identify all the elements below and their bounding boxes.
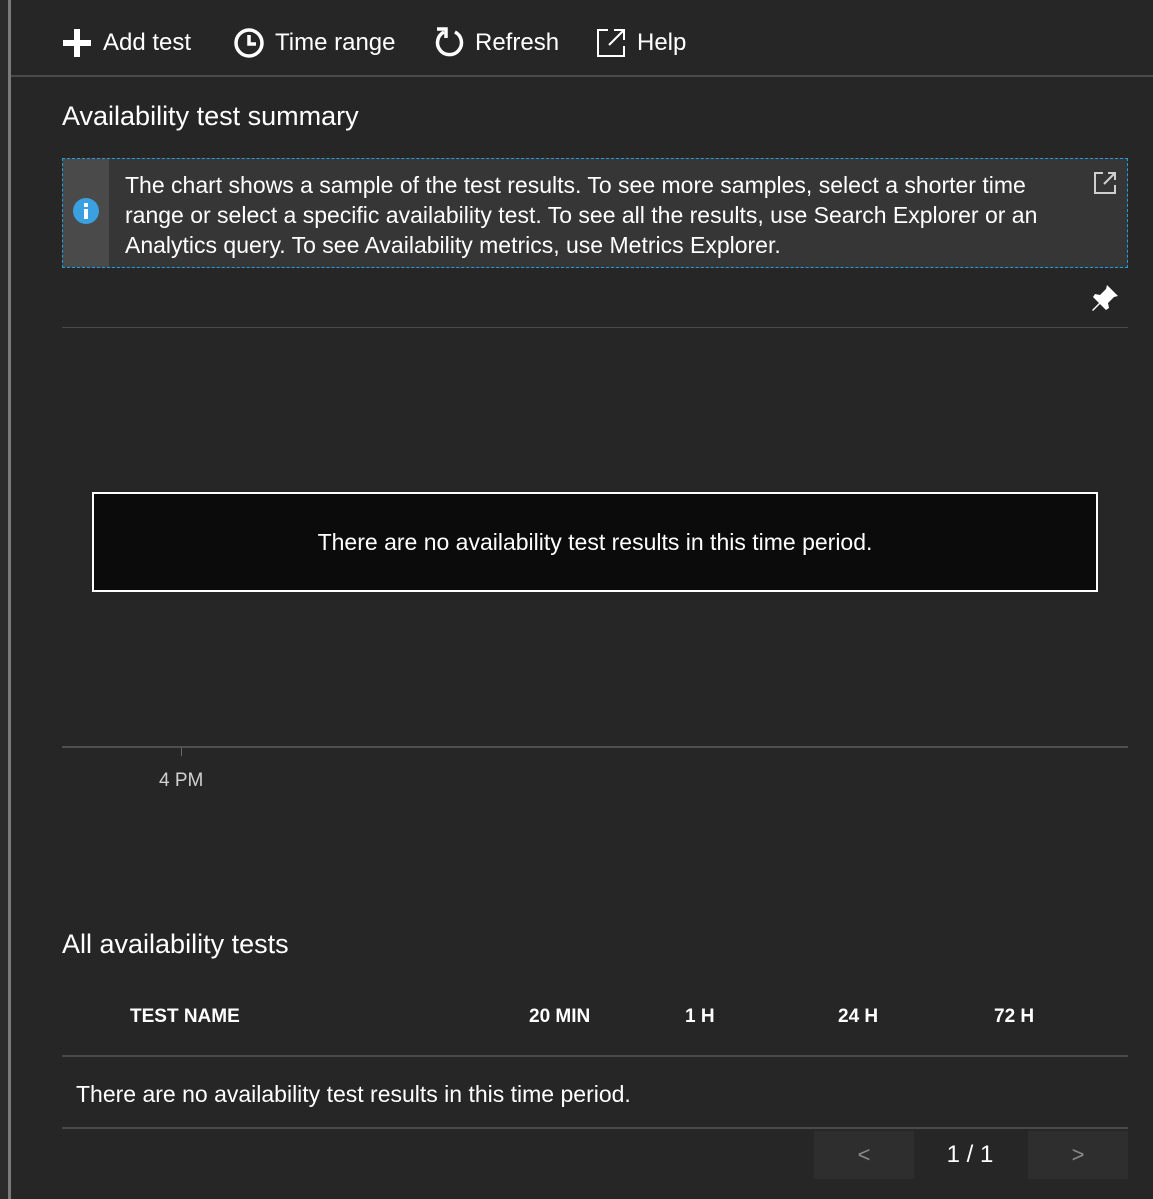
table-header-divider <box>62 1055 1128 1057</box>
x-axis-tick-label: 4 PM <box>159 770 204 791</box>
previous-page-button[interactable]: < <box>814 1131 914 1179</box>
plus-icon <box>61 27 93 59</box>
open-link-icon[interactable] <box>1093 171 1117 200</box>
chart-top-divider <box>62 327 1128 328</box>
time-range-label: Time range <box>275 29 396 56</box>
refresh-button[interactable]: Refresh <box>433 24 559 62</box>
summary-title: Availability test summary <box>62 101 359 131</box>
help-button[interactable]: Help <box>595 24 686 62</box>
table-empty-row: There are no availability test results i… <box>76 1081 631 1107</box>
next-page-button[interactable]: > <box>1028 1131 1128 1179</box>
tests-title: All availability tests <box>62 929 289 959</box>
column-test-name[interactable]: TEST NAME <box>130 1006 240 1028</box>
column-24-h[interactable]: 24 H <box>838 1006 878 1028</box>
page-indicator: 1 / 1 <box>946 1141 994 1168</box>
add-test-label: Add test <box>103 29 192 56</box>
toolbar: Add test Time range Refresh Help <box>11 0 1153 77</box>
help-label: Help <box>637 29 687 56</box>
info-icon <box>72 197 100 230</box>
x-axis <box>62 746 1128 748</box>
pin-icon[interactable] <box>1090 283 1120 318</box>
x-axis-tick <box>181 748 182 756</box>
refresh-label: Refresh <box>475 29 560 56</box>
column-72-h[interactable]: 72 H <box>994 1006 1034 1028</box>
left-edge <box>0 0 11 1199</box>
table-bottom-divider <box>62 1127 1128 1129</box>
column-20-min[interactable]: 20 MIN <box>529 1006 590 1028</box>
external-link-icon <box>595 27 627 59</box>
refresh-icon <box>433 26 465 60</box>
add-test-button[interactable]: Add test <box>61 24 191 62</box>
clock-icon <box>233 27 265 59</box>
info-icon-area <box>63 159 109 267</box>
info-banner: The chart shows a sample of the test res… <box>62 158 1128 268</box>
column-1-h[interactable]: 1 H <box>685 1006 715 1028</box>
chart-empty-text: There are no availability test results i… <box>317 528 873 555</box>
chart-empty-message: There are no availability test results i… <box>92 492 1098 592</box>
info-text: The chart shows a sample of the test res… <box>125 172 1038 258</box>
time-range-button[interactable]: Time range <box>233 24 396 62</box>
